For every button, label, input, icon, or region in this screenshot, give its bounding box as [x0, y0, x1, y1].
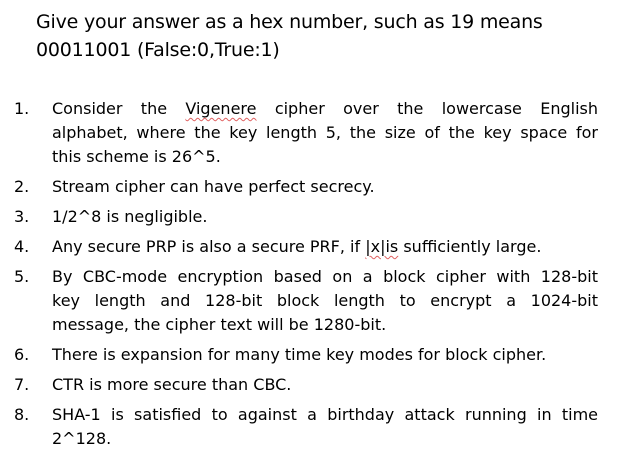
question-1: 1. Consider the Vigenere cipher over the… — [14, 97, 598, 169]
question-line: key length and 128-bit block length to e… — [52, 291, 598, 310]
question-text: SHA-1 is satisfied to against a birthday… — [52, 403, 598, 451]
question-text: 1/2^8 is negligible. — [52, 207, 208, 226]
question-number: 1. — [14, 99, 30, 118]
question-text: By CBC-mode encryption based on a block … — [52, 265, 598, 337]
slide: Give your answer as a hex number, such a… — [0, 0, 628, 464]
question-number: 7. — [14, 375, 30, 394]
question-line: SHA-1 is satisfied to against a birthday… — [52, 405, 598, 424]
spellcheck-word: |x|is — [365, 237, 399, 256]
question-line: Consider the Vigenere cipher over the lo… — [52, 99, 598, 118]
question-number: 2. — [14, 177, 30, 196]
question-2: 2. Stream cipher can have perfect secrec… — [14, 175, 598, 199]
question-4: 4. Any secure PRP is also a secure PRF, … — [14, 235, 598, 259]
question-number: 6. — [14, 345, 30, 364]
question-text: CTR is more secure than CBC. — [52, 375, 292, 394]
question-list: 1. Consider the Vigenere cipher over the… — [14, 97, 598, 457]
question-6: 6. There is expansion for many time key … — [14, 343, 598, 367]
question-8: 8. SHA-1 is satisfied to against a birth… — [14, 403, 598, 451]
instruction-line-1: Give your answer as a hex number, such a… — [36, 11, 543, 33]
instruction-line-2: 00011001 (False:0,True:1) — [36, 39, 280, 61]
question-text: There is expansion for many time key mod… — [52, 345, 547, 364]
instruction-heading: Give your answer as a hex number, such a… — [36, 8, 596, 64]
question-line: this scheme is 26^5. — [52, 147, 221, 166]
question-number: 3. — [14, 207, 30, 226]
question-text: Consider the Vigenere cipher over the lo… — [52, 97, 598, 169]
question-text: Stream cipher can have perfect secrecy. — [52, 177, 375, 196]
question-number: 5. — [14, 267, 30, 286]
question-text: Any secure PRP is also a secure PRF, if … — [52, 237, 542, 256]
question-5: 5. By CBC-mode encryption based on a blo… — [14, 265, 598, 337]
question-3: 3. 1/2^8 is negligible. — [14, 205, 598, 229]
spellcheck-word: Vigenere — [185, 99, 257, 118]
question-line: message, the cipher text will be 1280-bi… — [52, 315, 387, 334]
question-line: alphabet, where the key length 5, the si… — [52, 123, 598, 142]
question-line: 2^128. — [52, 429, 112, 448]
question-line: By CBC-mode encryption based on a block … — [52, 267, 598, 286]
question-number: 8. — [14, 405, 30, 424]
question-7: 7. CTR is more secure than CBC. — [14, 373, 598, 397]
question-number: 4. — [14, 237, 30, 256]
